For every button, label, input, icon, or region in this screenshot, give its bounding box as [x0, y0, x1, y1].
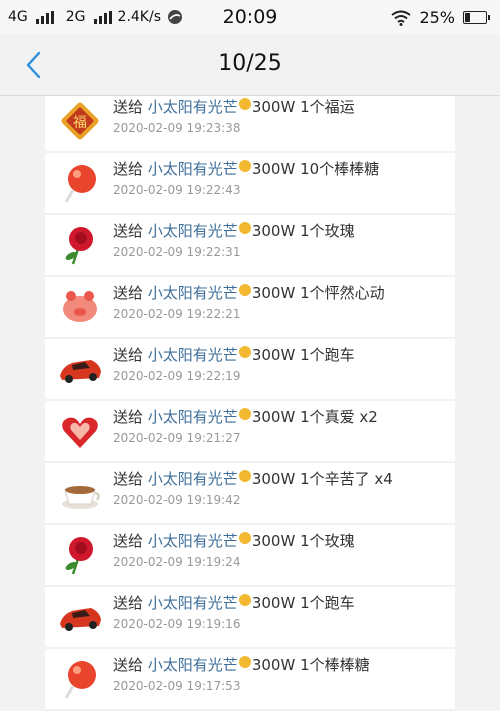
gift-label: 10个棒棒糖	[300, 160, 380, 178]
amount-label: 300W	[251, 346, 296, 364]
action-label: 送给	[113, 160, 144, 178]
action-label: 送给	[113, 346, 144, 364]
amount-label: 300W	[251, 656, 296, 674]
amount-label: 300W	[251, 532, 296, 550]
gift-label: 1个怦然心动	[300, 284, 385, 302]
fu-icon: 福	[61, 102, 99, 140]
timestamp: 2020-02-09 19:17:53	[113, 679, 241, 693]
list-item[interactable]: 福 送给 小太阳有光芒 300W 1个福运 2020-02-09 19:23:38	[45, 96, 455, 151]
timestamp: 2020-02-09 19:22:19	[113, 369, 241, 383]
amount-label: 300W	[251, 222, 296, 240]
list-item[interactable]: 送给 小太阳有光芒 300W 1个玫瑰 2020-02-09 19:22:31	[45, 215, 455, 275]
timestamp: 2020-02-09 19:21:27	[113, 431, 241, 445]
action-label: 送给	[113, 98, 144, 116]
true-love-icon	[62, 417, 98, 448]
list-item[interactable]: 送给 小太阳有光芒 300W 1个棒棒糖 2020-02-09 19:17:53	[45, 649, 455, 709]
timestamp: 2020-02-09 19:22:43	[113, 183, 241, 197]
timestamp: 2020-02-09 19:22:31	[113, 245, 241, 259]
gift-record-list[interactable]: 福 送给 小太阳有光芒 300W 1个福运 2020-02-09 19:23:38…	[45, 96, 455, 711]
rose-icon	[65, 227, 93, 265]
amount-label: 300W	[251, 98, 296, 116]
timestamp: 2020-02-09 19:23:38	[113, 121, 241, 135]
rose-icon	[65, 537, 93, 575]
coffee-icon	[62, 486, 100, 509]
wifi-icon	[391, 10, 412, 26]
timestamp: 2020-02-09 19:19:24	[113, 555, 241, 569]
recipient-name[interactable]: 小太阳有光芒	[148, 346, 238, 364]
status-bar: 4G 2G 2.4K/s 20:09 25%	[0, 0, 500, 34]
recipient-name[interactable]: 小太阳有光芒	[148, 656, 238, 674]
sports-car-icon	[60, 360, 101, 383]
timestamp: 2020-02-09 19:19:16	[113, 617, 241, 631]
list-item[interactable]: 送给 小太阳有光芒 300W 10个棒棒糖 2020-02-09 19:22:43	[45, 153, 455, 213]
piggy-heart-icon	[63, 291, 97, 322]
list-item[interactable]: 送给 小太阳有光芒 300W 1个跑车 2020-02-09 19:22:19	[45, 339, 455, 399]
smiley-icon	[238, 408, 251, 420]
recipient-name[interactable]: 小太阳有光芒	[148, 160, 238, 178]
amount-label: 300W	[251, 160, 296, 178]
timestamp: 2020-02-09 19:22:21	[113, 307, 241, 321]
amount-label: 300W	[251, 284, 296, 302]
smiley-icon	[238, 594, 251, 606]
gift-label: 1个棒棒糖	[300, 656, 370, 674]
action-label: 送给	[113, 284, 144, 302]
list-item[interactable]: 送给 小太阳有光芒 300W 1个玫瑰 2020-02-09 19:19:24	[45, 525, 455, 585]
gift-label: 1个福运	[300, 98, 355, 116]
gift-label: 1个玫瑰	[300, 222, 355, 240]
smiley-icon	[238, 346, 251, 358]
svg-text:福: 福	[73, 115, 87, 131]
list-item[interactable]: 送给 小太阳有光芒 300W 1个怦然心动 2020-02-09 19:22:21	[45, 277, 455, 337]
smiley-icon	[238, 532, 251, 544]
recipient-name[interactable]: 小太阳有光芒	[148, 532, 238, 550]
timestamp: 2020-02-09 19:19:42	[113, 493, 241, 507]
action-label: 送给	[113, 222, 144, 240]
recipient-name[interactable]: 小太阳有光芒	[148, 408, 238, 426]
amount-label: 300W	[251, 594, 296, 612]
recipient-name[interactable]: 小太阳有光芒	[148, 284, 238, 302]
smiley-icon	[238, 160, 251, 172]
lollipop-icon	[64, 661, 96, 699]
smiley-icon	[238, 98, 251, 110]
gift-label: 1个跑车	[300, 594, 355, 612]
action-label: 送给	[113, 408, 144, 426]
smiley-icon	[238, 284, 251, 296]
list-item[interactable]: 送给 小太阳有光芒 300W 1个真爱 x2 2020-02-09 19:21:2…	[45, 401, 455, 461]
recipient-name[interactable]: 小太阳有光芒	[148, 594, 238, 612]
nav-bar: 10/25	[0, 34, 500, 96]
smiley-icon	[238, 222, 251, 234]
recipient-name[interactable]: 小太阳有光芒	[148, 222, 238, 240]
lollipop-icon	[64, 165, 96, 203]
gift-label: 1个辛苦了 x4	[300, 470, 393, 488]
battery-icon	[463, 11, 490, 24]
smiley-icon	[238, 656, 251, 668]
amount-label: 300W	[251, 408, 296, 426]
recipient-name[interactable]: 小太阳有光芒	[148, 470, 238, 488]
gift-label: 1个真爱 x2	[300, 408, 378, 426]
action-label: 送给	[113, 532, 144, 550]
page-title: 10/25	[218, 51, 282, 76]
battery-percent: 25%	[419, 8, 455, 27]
action-label: 送给	[113, 656, 144, 674]
action-label: 送给	[113, 470, 144, 488]
list-item[interactable]: 送给 小太阳有光芒 300W 1个辛苦了 x4 2020-02-09 19:19:…	[45, 463, 455, 523]
gift-label: 1个跑车	[300, 346, 355, 364]
gift-label: 1个玫瑰	[300, 532, 355, 550]
status-right: 25%	[391, 8, 490, 27]
sports-car-icon	[60, 608, 101, 631]
amount-label: 300W	[251, 470, 296, 488]
recipient-name[interactable]: 小太阳有光芒	[148, 98, 238, 116]
action-label: 送给	[113, 594, 144, 612]
smiley-icon	[238, 470, 251, 482]
list-item[interactable]: 送给 小太阳有光芒 300W 1个跑车 2020-02-09 19:19:16	[45, 587, 455, 647]
